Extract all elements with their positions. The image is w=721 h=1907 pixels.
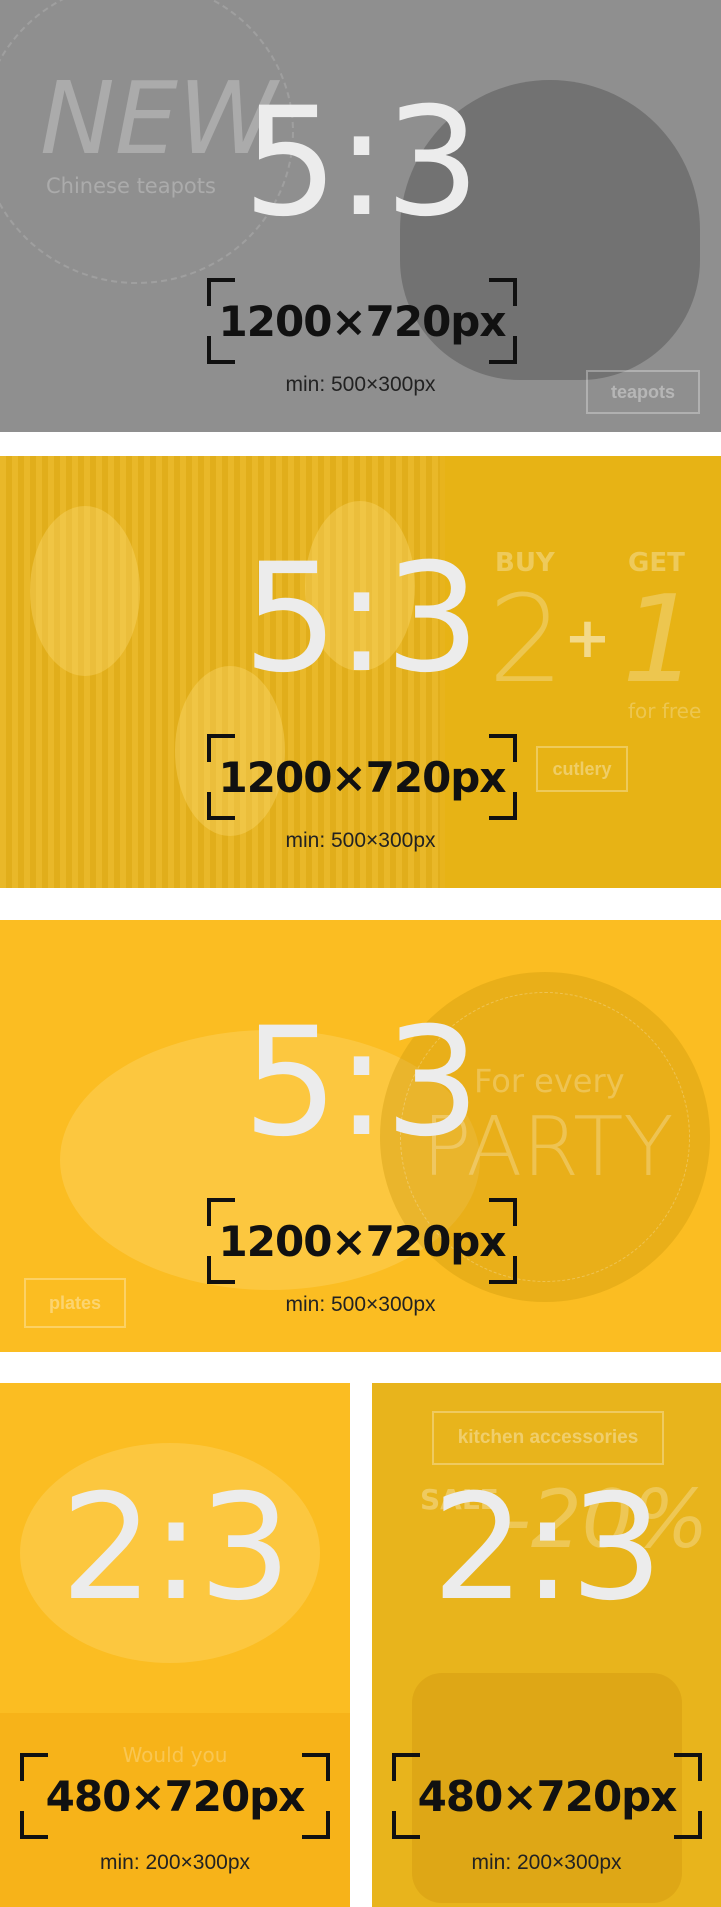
aspect-ratio: 2:3 xyxy=(432,1463,663,1633)
size-frame: 480×720px xyxy=(20,1753,330,1839)
frame-corner xyxy=(207,1256,235,1284)
recommended-size: 1200×720px xyxy=(218,296,507,346)
banner-teapots[interactable]: NEW Chinese teapots teapots 5:3 1200×720… xyxy=(0,0,721,432)
frame-corner xyxy=(489,278,517,306)
frame-corner xyxy=(392,1811,420,1839)
kitchen-accessories-button[interactable]: kitchen accessories xyxy=(432,1411,664,1465)
frame-corner xyxy=(674,1753,702,1781)
banner-plates[interactable]: For every PARTY plates 5:3 1200×720px mi… xyxy=(0,920,721,1352)
size-frame: 1200×720px xyxy=(207,734,517,820)
frame-corner xyxy=(302,1811,330,1839)
banner-tea-cup[interactable]: Would you 2:3 480×720px min: 200×300px xyxy=(0,1383,350,1907)
aspect-ratio: 5:3 xyxy=(242,996,480,1170)
frame-corner xyxy=(489,792,517,820)
frame-corner xyxy=(489,336,517,364)
aspect-ratio: 2:3 xyxy=(60,1463,292,1633)
recommended-size: 1200×720px xyxy=(218,1216,507,1266)
size-frame: 480×720px xyxy=(392,1753,702,1839)
for-free-label: for free xyxy=(628,699,702,723)
aspect-ratio: 5:3 xyxy=(242,76,480,250)
frame-corner xyxy=(489,1256,517,1284)
minimum-size: min: 500×300px xyxy=(285,1293,436,1316)
frame-corner xyxy=(489,1198,517,1226)
frame-corner xyxy=(207,278,235,306)
frame-corner xyxy=(392,1753,420,1781)
recommended-size: 480×720px xyxy=(417,1771,678,1821)
recommended-size: 480×720px xyxy=(45,1771,306,1821)
frame-corner xyxy=(489,734,517,762)
minimum-size: min: 500×300px xyxy=(285,373,436,396)
minimum-size: min: 200×300px xyxy=(99,1851,251,1874)
cutlery-button[interactable]: cutlery xyxy=(536,746,628,792)
frame-corner xyxy=(302,1753,330,1781)
frame-corner xyxy=(20,1811,48,1839)
frame-corner xyxy=(674,1811,702,1839)
frame-corner xyxy=(207,336,235,364)
frame-corner xyxy=(20,1753,48,1781)
size-frame: 1200×720px xyxy=(207,278,517,364)
recommended-size: 1200×720px xyxy=(218,752,507,802)
aspect-ratio: 5:3 xyxy=(242,532,480,706)
frame-corner xyxy=(207,734,235,762)
minimum-size: min: 200×300px xyxy=(471,1851,622,1874)
minimum-size: min: 500×300px xyxy=(285,829,436,852)
size-frame: 1200×720px xyxy=(207,1198,517,1284)
banner-cutlery[interactable]: BUY GET 2 + 1 for free cutlery 5:3 1200×… xyxy=(0,456,721,888)
banner-kitchen-accessories[interactable]: kitchen accessories SALE -20% 2:3 480×72… xyxy=(372,1383,721,1907)
frame-corner xyxy=(207,1198,235,1226)
frame-corner xyxy=(207,792,235,820)
